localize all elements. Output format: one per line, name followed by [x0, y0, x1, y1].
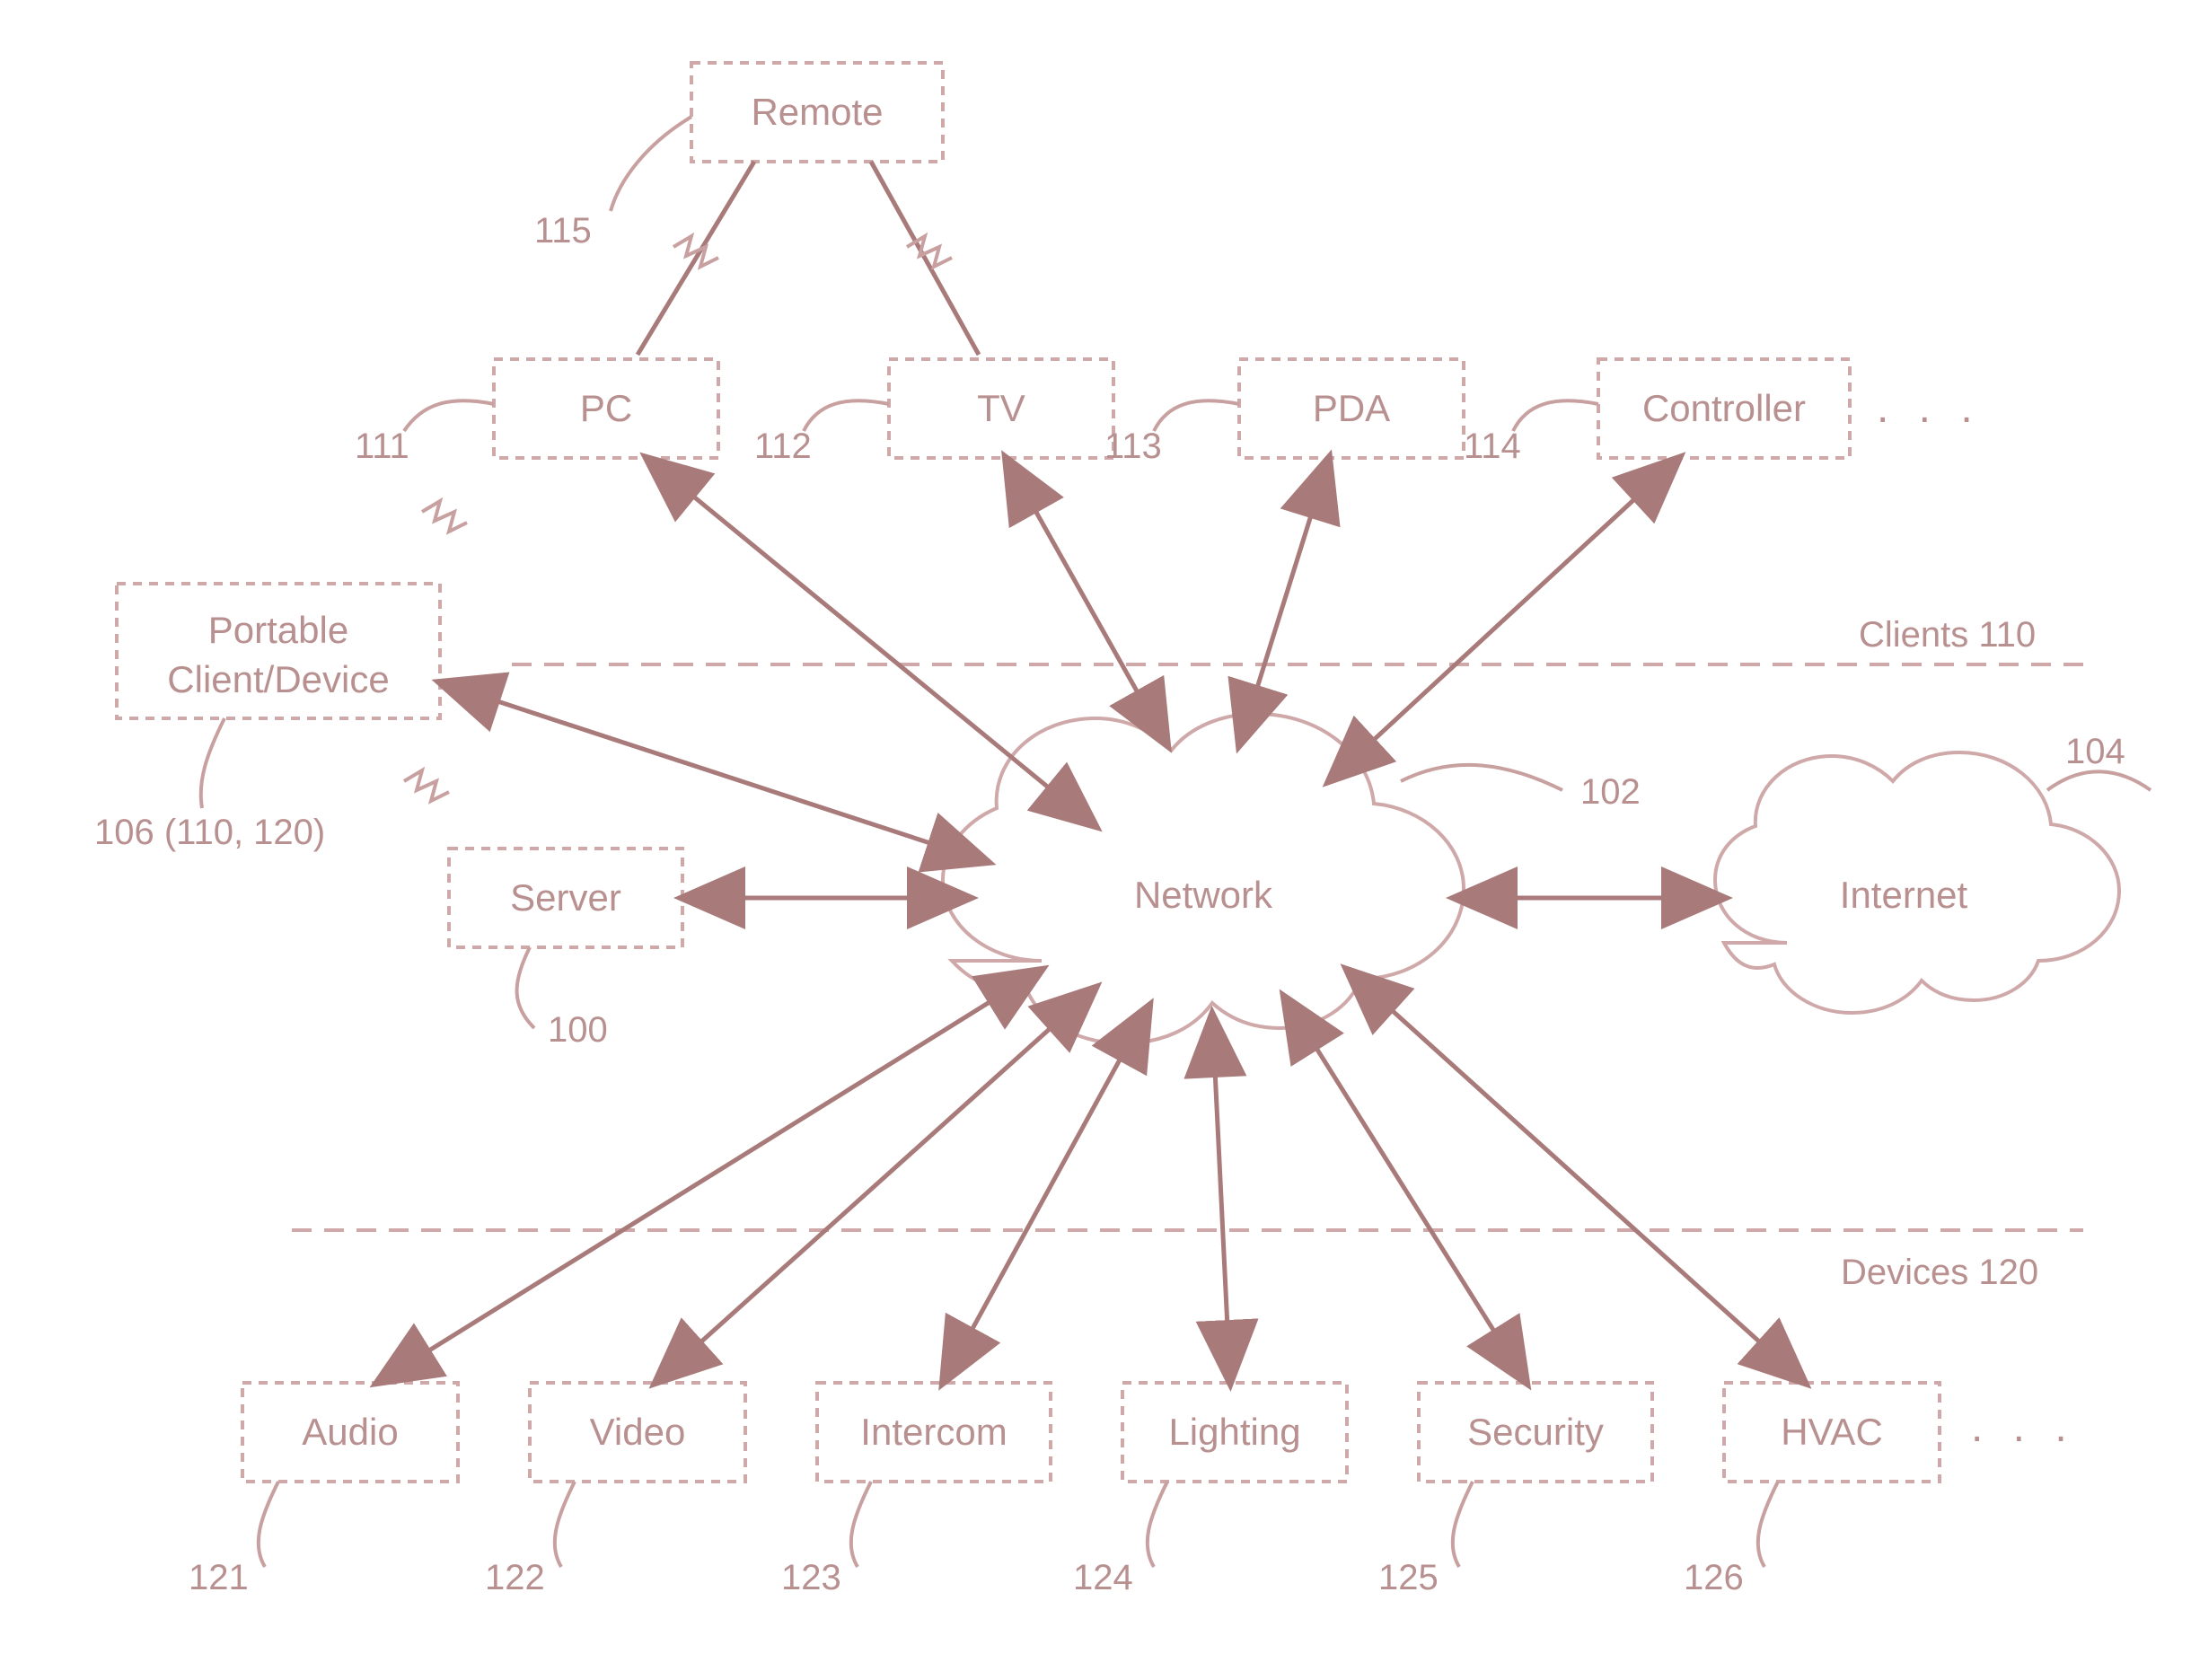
video-label: Video: [590, 1411, 686, 1453]
remote-pc-link: [638, 162, 754, 355]
controller-lead: [1513, 400, 1598, 431]
audio-label: Audio: [302, 1411, 398, 1453]
tv-lead: [804, 400, 889, 431]
controller-ref: 114: [1464, 427, 1521, 466]
security-ref: 125: [1378, 1558, 1439, 1597]
hvac-ref: 126: [1684, 1558, 1744, 1597]
server-label: Server: [510, 876, 621, 919]
remote-tv-link: [871, 162, 979, 355]
pc-lead: [404, 400, 494, 431]
tv-label: TV: [977, 387, 1025, 429]
network-video-link: [656, 988, 1096, 1383]
devices-ellipsis: . . .: [1971, 1403, 2076, 1451]
pc-label: PC: [580, 387, 632, 429]
network-audio-link: [377, 970, 1042, 1383]
controller-network-link: [1329, 458, 1679, 781]
pda-label: PDA: [1313, 387, 1390, 429]
security-label: Security: [1467, 1411, 1604, 1453]
controller-label: Controller: [1642, 387, 1806, 429]
hvac-lead: [1758, 1482, 1778, 1567]
network-diagram: Clients 110 Devices 120 Network 102 Inte…: [0, 0, 2191, 1680]
portable-label-2: Client/Device: [167, 658, 389, 700]
portable-lead: [201, 718, 224, 808]
devices-group-label: Devices 120: [1841, 1253, 2038, 1292]
network-hvac-link: [1347, 970, 1805, 1383]
intercom-label: Intercom: [860, 1411, 1007, 1453]
pda-lead: [1154, 400, 1239, 431]
server-ref: 100: [548, 1010, 608, 1050]
portable-network-link: [440, 682, 988, 862]
network-intercom-link: [943, 1006, 1149, 1383]
portable-server-zig: [404, 770, 449, 801]
pda-ref: 113: [1104, 427, 1162, 466]
remote-label: Remote: [751, 91, 883, 133]
internet-lead: [2047, 771, 2151, 790]
server-lead: [517, 947, 534, 1028]
video-lead: [555, 1482, 575, 1567]
lighting-label: Lighting: [1168, 1411, 1300, 1453]
audio-lead: [259, 1482, 278, 1567]
network-lighting-link: [1212, 1015, 1230, 1383]
network-ref: 102: [1580, 772, 1641, 812]
network-security-link: [1284, 997, 1527, 1383]
clients-ellipsis: . . .: [1877, 384, 1982, 432]
intercom-lead: [851, 1482, 871, 1567]
lighting-ref: 124: [1073, 1558, 1133, 1597]
internet-label: Internet: [1840, 874, 1968, 916]
network-label: Network: [1134, 874, 1273, 916]
lighting-lead: [1148, 1482, 1167, 1567]
pc-ref: 111: [355, 427, 409, 466]
clients-group-label: Clients 110: [1859, 615, 2036, 655]
pc-portable-zig: [422, 501, 467, 532]
video-ref: 122: [485, 1558, 545, 1597]
tv-network-link: [1006, 458, 1167, 745]
tv-ref: 112: [754, 427, 812, 466]
network-lead: [1401, 765, 1562, 790]
hvac-label: HVAC: [1781, 1411, 1883, 1453]
internet-ref: 104: [2065, 732, 2125, 771]
audio-ref: 121: [189, 1558, 249, 1597]
security-lead: [1453, 1482, 1473, 1567]
remote-lead: [611, 117, 691, 211]
intercom-ref: 123: [781, 1558, 841, 1597]
remote-ref: 115: [534, 211, 592, 251]
portable-label-1: Portable: [208, 609, 348, 651]
pda-network-link: [1239, 458, 1329, 745]
portable-ref: 106 (110, 120): [94, 813, 325, 852]
